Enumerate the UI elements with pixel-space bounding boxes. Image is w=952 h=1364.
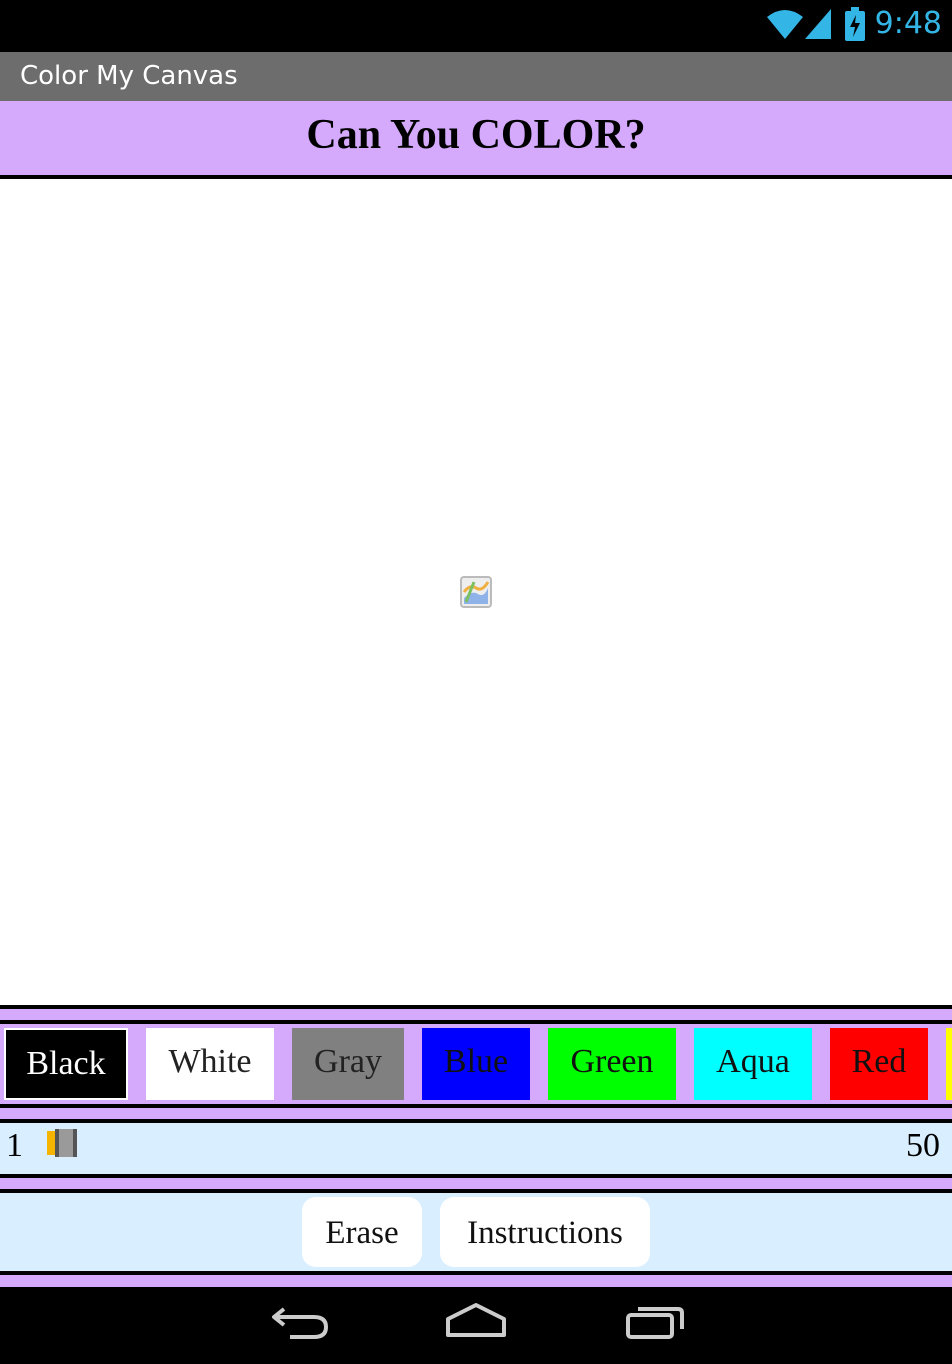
color-palette: Black White Gray Blue Green Aqua Red xyxy=(0,1024,952,1104)
drawing-canvas[interactable] xyxy=(0,179,952,1005)
color-button-red[interactable]: Red xyxy=(830,1028,928,1100)
app-title-bar: Color My Canvas xyxy=(0,52,952,101)
color-button-yellow[interactable] xyxy=(946,1028,952,1100)
divider-stripe xyxy=(0,1005,952,1024)
action-button-row: Erase Instructions xyxy=(0,1193,952,1271)
erase-button[interactable]: Erase xyxy=(302,1197,422,1267)
recents-icon[interactable] xyxy=(624,1301,686,1345)
navigation-bar xyxy=(0,1287,952,1364)
color-button-green[interactable]: Green xyxy=(548,1028,676,1100)
slider-min-label: 1 xyxy=(6,1127,23,1164)
color-button-black[interactable]: Black xyxy=(4,1028,128,1100)
color-button-aqua[interactable]: Aqua xyxy=(694,1028,812,1100)
app-title: Color My Canvas xyxy=(20,61,238,91)
back-icon[interactable] xyxy=(270,1301,332,1345)
color-button-gray[interactable]: Gray xyxy=(292,1028,404,1100)
instructions-button[interactable]: Instructions xyxy=(440,1197,650,1267)
signal-icon xyxy=(804,9,831,39)
color-button-blue[interactable]: Blue xyxy=(422,1028,530,1100)
divider-stripe xyxy=(0,1271,952,1287)
slider-max-label: 50 xyxy=(906,1127,940,1164)
status-icons: 9:48 xyxy=(765,4,942,44)
slider-thumb[interactable] xyxy=(47,1129,81,1157)
clock: 9:48 xyxy=(874,6,942,41)
broken-image-icon xyxy=(460,576,492,608)
brush-size-slider[interactable]: 1 50 xyxy=(0,1123,952,1174)
page-heading: Can You COLOR? xyxy=(306,112,646,158)
heading-bar: Can You COLOR? xyxy=(0,101,952,179)
status-bar: 9:48 xyxy=(0,0,952,52)
battery-charging-icon xyxy=(844,7,865,41)
home-icon[interactable] xyxy=(444,1301,508,1345)
divider-stripe xyxy=(0,1174,952,1193)
wifi-icon xyxy=(766,10,803,39)
divider-stripe xyxy=(0,1104,952,1123)
color-button-white[interactable]: White xyxy=(146,1028,274,1100)
